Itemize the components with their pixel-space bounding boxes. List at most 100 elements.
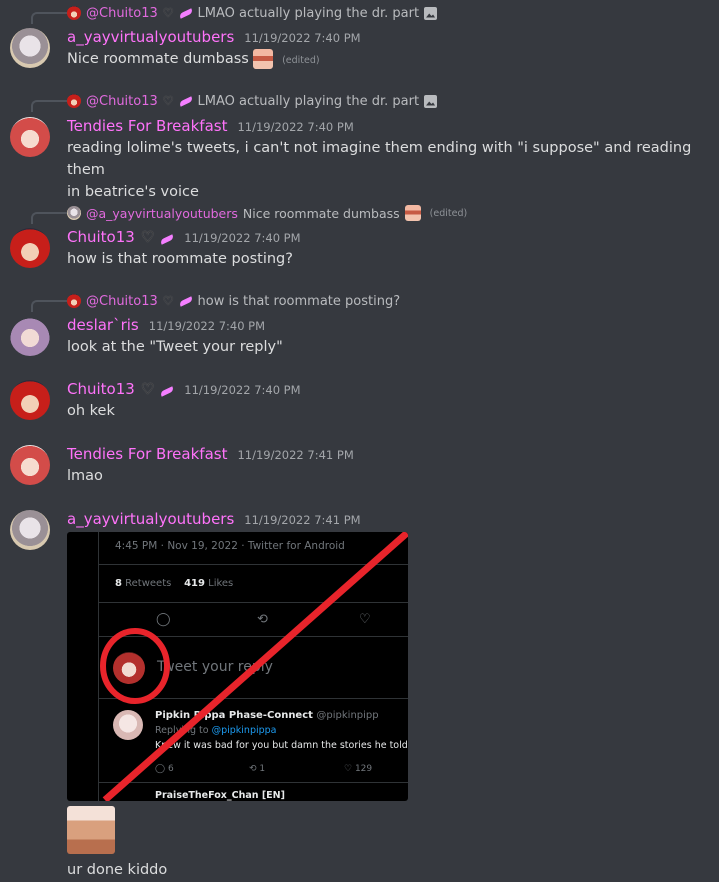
reply-preview[interactable]: @Chuito13 ♡ LMAO actually playing the dr…	[67, 3, 438, 23]
reply-preview[interactable]: @Chuito13 ♡ LMAO actually playing the dr…	[67, 91, 438, 111]
reply-like-count: ♡ 129	[344, 764, 372, 774]
divider	[99, 782, 408, 783]
edited-label: (edited)	[282, 55, 320, 66]
message-text-line: reading lolime's tweets, i can't not ima…	[67, 140, 692, 178]
divider	[99, 564, 408, 565]
likes-count: 419	[184, 578, 205, 589]
reply-username[interactable]: @Chuito13	[86, 94, 158, 109]
message-content: ur done kiddo	[67, 859, 707, 881]
message-text: oh kek	[67, 403, 115, 419]
reply-author-avatar	[113, 710, 143, 740]
reply-retweet-count: ⟲ 1	[249, 764, 265, 774]
tweet-time: 4:45 PM · Nov 19, 2022 · Twitter for And…	[115, 540, 345, 552]
reply-avatar	[67, 94, 81, 108]
message-header: Tendies For Breakfast 11/19/2022 7:41 PM	[67, 445, 354, 463]
timestamp: 11/19/2022 7:40 PM	[237, 120, 354, 134]
message-content: how is that roommate posting?	[67, 248, 707, 270]
replying-prefix: Replying to	[155, 725, 209, 736]
username[interactable]: a_yayvirtualyoutubers	[67, 28, 234, 46]
avatar[interactable]	[10, 228, 50, 268]
custom-emoji[interactable]	[253, 49, 274, 69]
count: 6	[167, 764, 174, 774]
message-content: oh kek	[67, 400, 707, 422]
image-attachment[interactable]: 4:45 PM · Nov 19, 2022 · Twitter for And…	[67, 532, 408, 801]
reply-author-name: Pipkin Pippa	[155, 710, 226, 721]
reply-username[interactable]: @Chuito13	[86, 6, 158, 21]
message-header: Tendies For Breakfast 11/19/2022 7:40 PM	[67, 117, 354, 135]
edited-label: (edited)	[429, 207, 468, 219]
image-icon	[424, 6, 438, 20]
reply-text: LMAO actually playing the dr. part	[197, 93, 420, 109]
message-content: look at the "Tweet your reply"	[67, 336, 707, 358]
tweet-reply-placeholder: Tweet your reply	[157, 659, 273, 675]
avatar[interactable]	[10, 380, 50, 420]
message-header: deslar`ris 11/19/2022 7:40 PM	[67, 316, 265, 334]
likes-label: Likes	[208, 578, 234, 589]
image-icon	[424, 94, 438, 108]
message-header: a_yayvirtualyoutubers 11/19/2022 7:40 PM	[67, 28, 361, 46]
reply-username[interactable]: @Chuito13	[86, 294, 158, 309]
message-text: look at the "Tweet your reply"	[67, 339, 283, 355]
reply-spine	[31, 12, 67, 24]
retweet-icon: ⟲	[257, 612, 268, 627]
message-text: how is that roommate posting?	[67, 251, 293, 267]
avatar[interactable]	[10, 510, 50, 550]
custom-emoji-large[interactable]	[67, 806, 115, 854]
tweet-screenshot: 4:45 PM · Nov 19, 2022 · Twitter for And…	[98, 532, 408, 801]
message-header: Chuito13 ♡ 11/19/2022 7:40 PM	[67, 228, 301, 246]
reply-comment-count: ◯ 6	[155, 764, 174, 774]
tweet-actions: ◯ ⟲ ♡	[99, 612, 408, 628]
message-header: a_yayvirtualyoutubers 11/19/2022 7:41 PM	[67, 510, 361, 528]
reply-username[interactable]: @a_yayvirtualyoutubers	[86, 206, 238, 221]
reply-avatar	[67, 294, 81, 308]
timestamp: 11/19/2022 7:41 PM	[244, 513, 361, 527]
reply-author-handle: @pipkinpipp	[316, 710, 379, 721]
reply-text: Nice roommate dumbass	[242, 205, 400, 221]
username[interactable]: Chuito13	[67, 228, 135, 246]
reply-text: how is that roommate posting?	[197, 293, 401, 309]
username[interactable]: Chuito13	[67, 380, 135, 398]
retweet-count: 8	[115, 578, 122, 589]
timestamp: 11/19/2022 7:40 PM	[148, 319, 266, 333]
count: 1	[259, 764, 266, 774]
message-header: Chuito13 ♡ 11/19/2022 7:40 PM	[67, 380, 301, 398]
count: 129	[354, 764, 373, 774]
divider	[99, 698, 408, 699]
message-text: ur done kiddo	[67, 862, 168, 878]
reply-spine	[31, 300, 67, 312]
heart-badge-icon: ♡	[162, 6, 174, 20]
reply-avatar	[67, 6, 81, 20]
retweet-label: Retweets	[125, 578, 172, 589]
reply-preview[interactable]: @a_yayvirtualyoutubers Nice roommate dum…	[67, 203, 467, 223]
custom-emoji	[404, 205, 421, 221]
heart-badge-icon: ♡	[140, 228, 155, 246]
retweet-icon: ⟲	[249, 764, 257, 774]
reply-spine	[31, 212, 67, 224]
timestamp: 11/19/2022 7:40 PM	[244, 31, 361, 45]
username[interactable]: a_yayvirtualyoutubers	[67, 510, 234, 528]
divider	[99, 602, 408, 603]
avatar[interactable]	[10, 28, 50, 68]
username[interactable]: Tendies For Breakfast	[67, 445, 227, 463]
next-reply-author: PraiseTheFox_Chan [EN]	[155, 790, 285, 801]
username[interactable]: Tendies For Breakfast	[67, 117, 227, 135]
reply-text: LMAO actually playing the dr. part	[197, 5, 420, 21]
heart-badge-icon: ♡	[162, 294, 174, 308]
timestamp: 11/19/2022 7:41 PM	[237, 448, 354, 462]
like-icon: ♡	[344, 764, 353, 774]
reply-preview[interactable]: @Chuito13 ♡ how is that roommate posting…	[67, 291, 400, 311]
feather-badge-icon	[178, 295, 193, 307]
comment-icon: ◯	[155, 764, 166, 774]
comment-icon: ◯	[156, 612, 171, 627]
username[interactable]: deslar`ris	[67, 316, 139, 334]
avatar[interactable]	[10, 316, 50, 356]
avatar[interactable]	[10, 445, 50, 485]
reply-spine	[31, 100, 67, 112]
message-text-line: in beatrice's voice	[67, 184, 199, 200]
message-content: Nice roommate dumbass (edited)	[67, 48, 707, 72]
message-content: lmao	[67, 465, 707, 487]
avatar[interactable]	[10, 117, 50, 157]
message-content: reading lolime's tweets, i can't not ima…	[67, 137, 707, 203]
reply-avatar	[67, 206, 81, 220]
like-icon: ♡	[359, 612, 371, 627]
